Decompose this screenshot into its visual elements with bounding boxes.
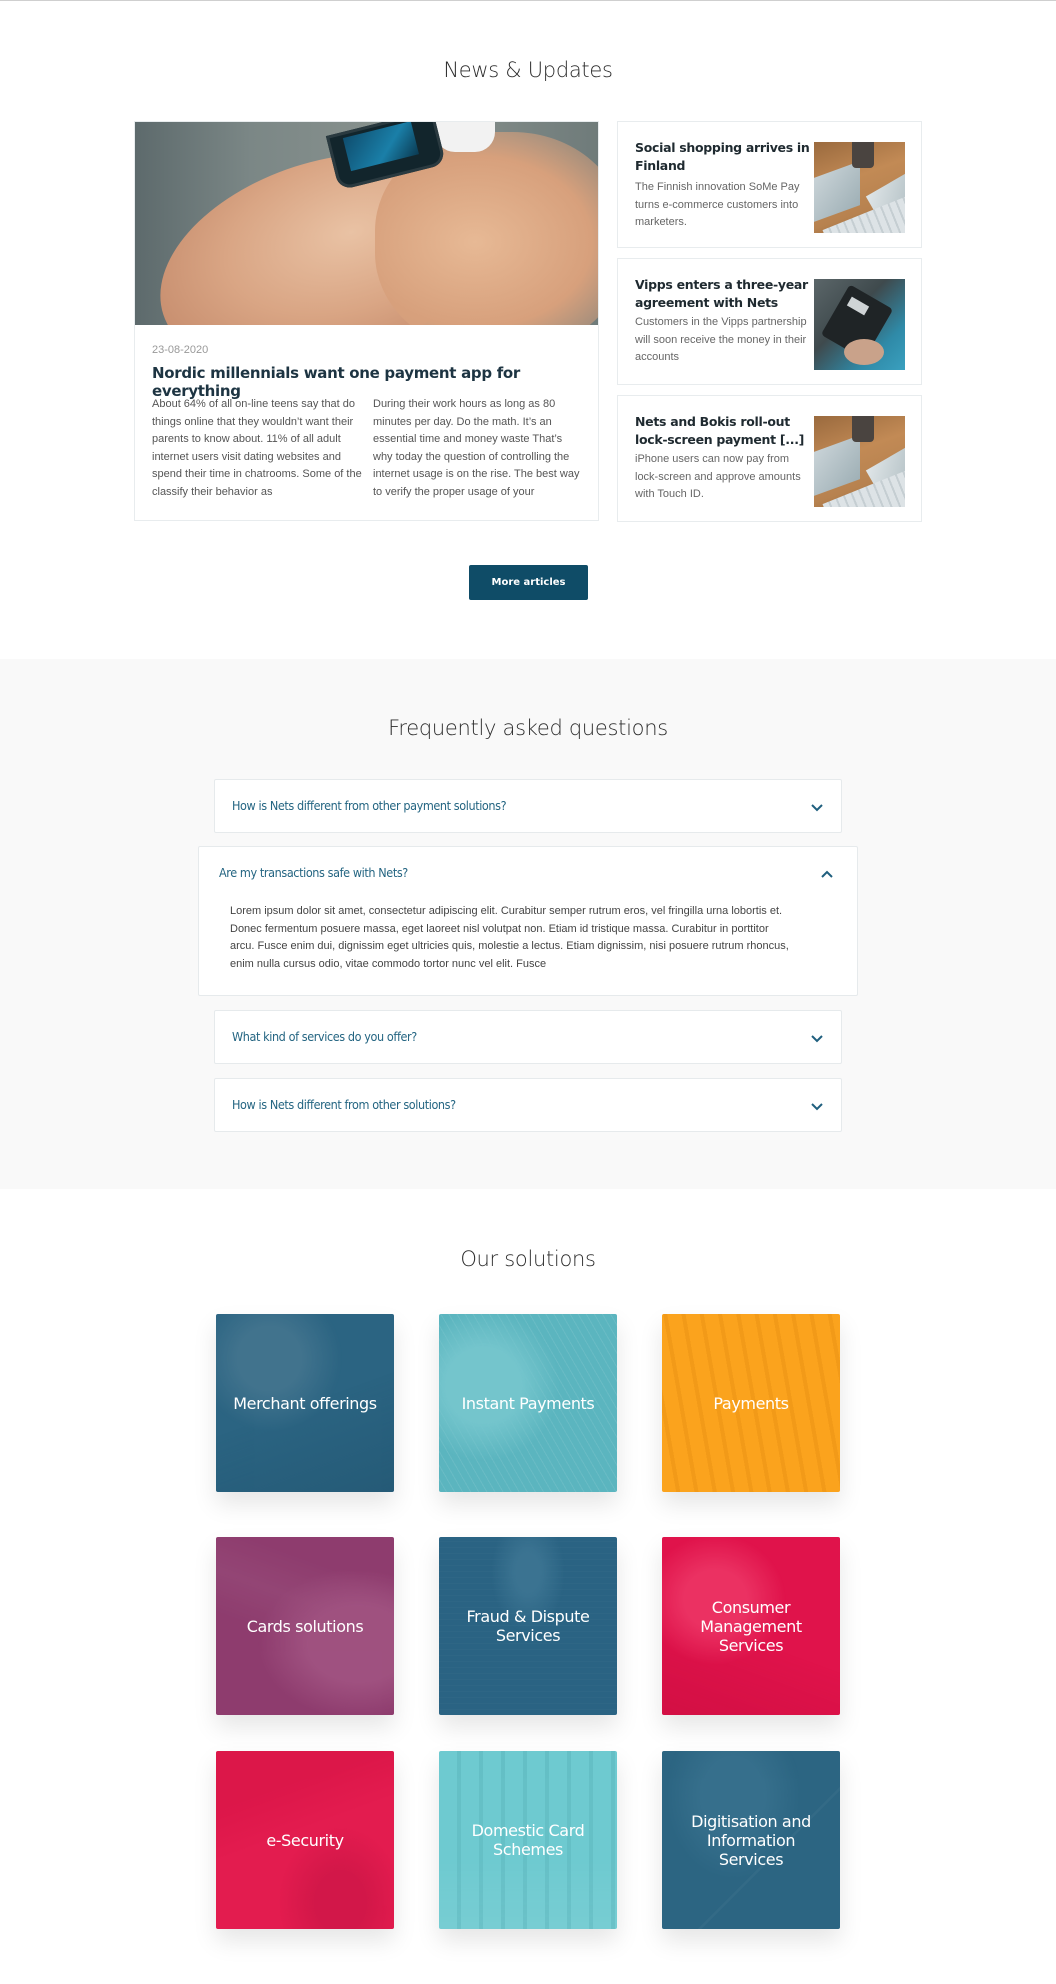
tile-label: e-Security <box>266 1830 344 1850</box>
news-card[interactable]: Nets and Bokis roll-out lock-screen paym… <box>617 395 922 522</box>
news-section: News & Updates 23-08-2020 Nordic millenn… <box>0 0 1056 659</box>
faq-question[interactable]: How is Nets different from other payment… <box>232 798 507 813</box>
article-excerpt-col1: About 64% of all on-line teens say that … <box>152 398 362 498</box>
tile-label: Instant Payments <box>461 1393 595 1413</box>
news-title: News & Updates <box>443 58 613 82</box>
tile-label: Consumer Management Services <box>700 1597 802 1655</box>
article-excerpt-col2: During their work hours as long as 80 mi… <box>373 398 580 498</box>
solution-tile-merchant-offerings[interactable]: Merchant offerings <box>216 1314 394 1492</box>
tile-label: Digitisation and Information Services <box>691 1811 811 1869</box>
news-card-image <box>814 142 905 233</box>
solution-tile-e-security[interactable]: e-Security <box>216 1751 394 1929</box>
solution-tile-digitisation-information[interactable]: Digitisation and Information Services <box>662 1751 840 1929</box>
news-card[interactable]: Vipps enters a three-year agreement with… <box>617 258 922 385</box>
news-card-desc: iPhone users can now pay from lock-scree… <box>635 453 801 500</box>
featured-article[interactable]: 23-08-2020 Nordic millennials want one p… <box>134 121 599 521</box>
tile-label: Cards solutions <box>246 1616 364 1636</box>
faq-question[interactable]: Are my transactions safe with Nets? <box>219 865 408 880</box>
chevron-down-icon[interactable] <box>809 1031 825 1045</box>
news-card-image <box>814 416 905 507</box>
news-card-title[interactable]: Nets and Bokis roll-out lock-screen paym… <box>635 413 810 448</box>
faq-answer: Lorem ipsum dolor sit amet, consectetur … <box>230 905 789 970</box>
more-articles-button[interactable]: More articles <box>469 565 588 600</box>
solution-tile-domestic-card-schemes[interactable]: Domestic Card Schemes <box>439 1751 617 1929</box>
news-card-desc: The Finnish innovation SoMe Pay turns e-… <box>635 181 800 228</box>
faq-title: Frequently asked questions <box>388 716 668 740</box>
faq-item[interactable]: What kind of services do you offer? <box>214 1010 842 1064</box>
solution-tile-instant-payments[interactable]: Instant Payments <box>439 1314 617 1492</box>
article-title[interactable]: Nordic millennials want one payment app … <box>152 364 598 400</box>
tile-label: Merchant offerings <box>233 1393 377 1413</box>
chevron-down-icon[interactable] <box>809 800 825 814</box>
featured-image-smartwatch <box>135 122 598 325</box>
solution-tile-consumer-management[interactable]: Consumer Management Services <box>662 1537 840 1715</box>
solution-tile-cards-solutions[interactable]: Cards solutions <box>216 1537 394 1715</box>
chevron-down-icon[interactable] <box>809 1099 825 1113</box>
solutions-section: Our solutions Merchant offerings Instant… <box>0 1189 1056 1984</box>
faq-question[interactable]: How is Nets different from other solutio… <box>232 1097 456 1112</box>
article-date: 23-08-2020 <box>152 344 209 356</box>
top-border <box>0 0 1056 1</box>
news-card-title[interactable]: Social shopping arrives in Finland <box>635 139 810 174</box>
solutions-title: Our solutions <box>460 1247 596 1271</box>
tile-label: Domestic Card Schemes <box>471 1821 585 1859</box>
tile-label: Payments <box>713 1393 789 1413</box>
tile-label: Fraud & Dispute Services <box>466 1607 590 1645</box>
faq-question[interactable]: What kind of services do you offer? <box>232 1029 417 1044</box>
news-card-image <box>814 279 905 370</box>
chevron-up-icon[interactable] <box>819 867 835 881</box>
news-card-desc: Customers in the Vipps partnership will … <box>635 316 807 363</box>
faq-item-expanded[interactable]: Are my transactions safe with Nets? Lore… <box>198 846 858 996</box>
faq-item[interactable]: How is Nets different from other solutio… <box>214 1078 842 1132</box>
faq-section: Frequently asked questions How is Nets d… <box>0 659 1056 1189</box>
news-card-title[interactable]: Vipps enters a three-year agreement with… <box>635 276 810 311</box>
news-card[interactable]: Social shopping arrives in Finland The F… <box>617 121 922 248</box>
faq-item[interactable]: How is Nets different from other payment… <box>214 779 842 833</box>
solution-tile-payments[interactable]: Payments <box>662 1314 840 1492</box>
solution-tile-fraud-dispute[interactable]: Fraud & Dispute Services <box>439 1537 617 1715</box>
